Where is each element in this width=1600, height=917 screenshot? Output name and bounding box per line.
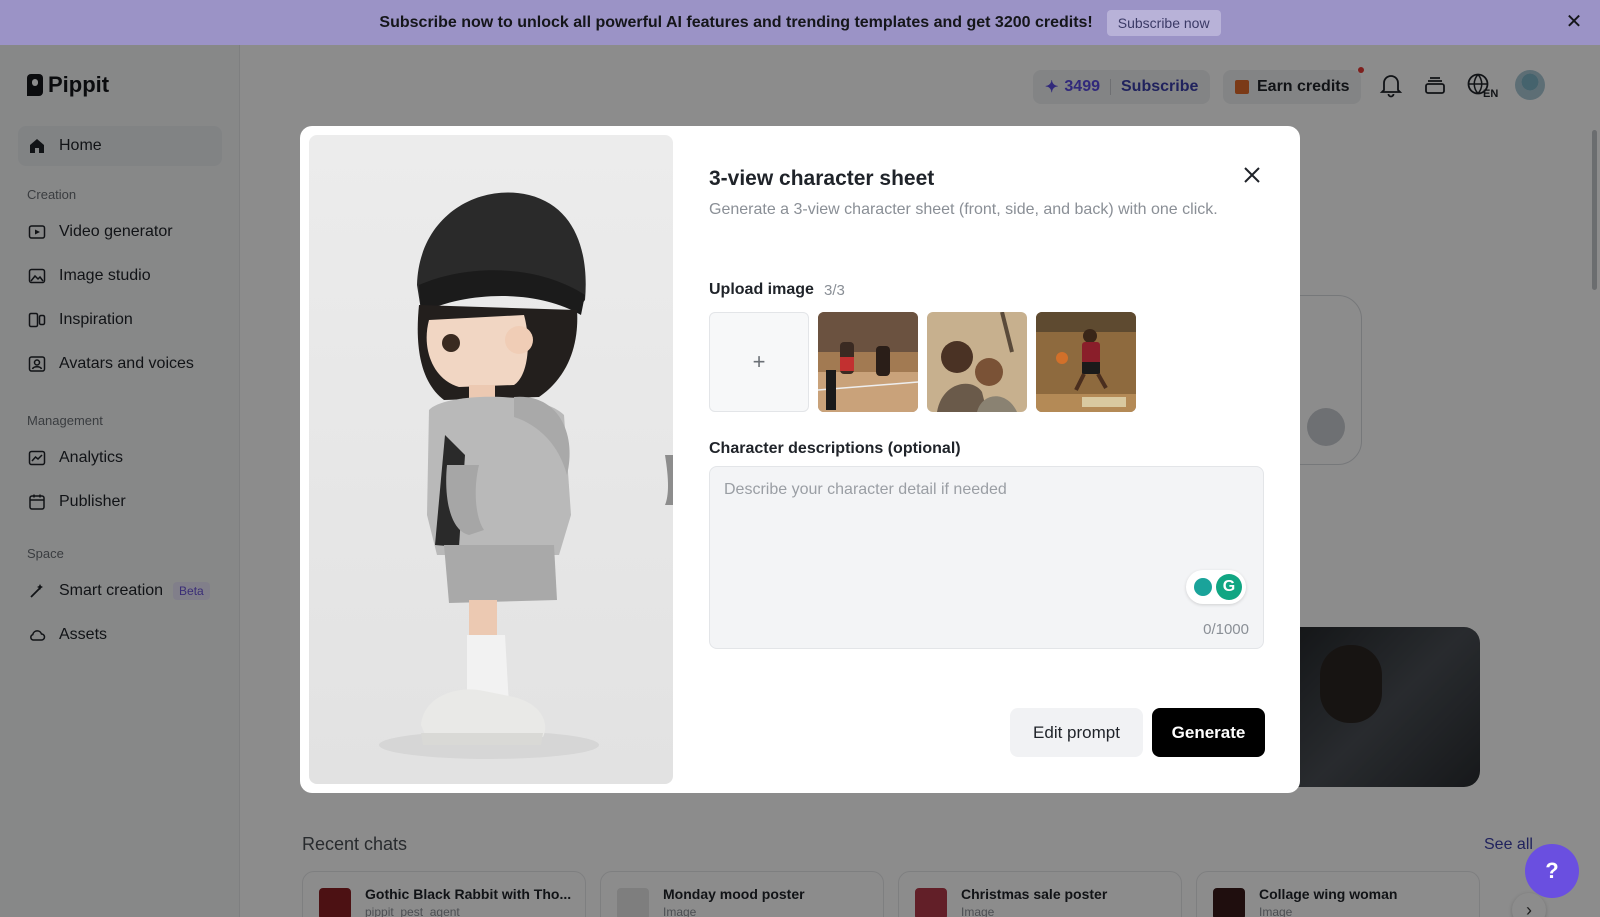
father-child-photo — [927, 312, 1027, 412]
grammarly-icon: G — [1216, 574, 1242, 600]
close-icon[interactable] — [1241, 164, 1263, 186]
upload-count: 3/3 — [824, 282, 845, 299]
modal-title: 3-view character sheet — [709, 167, 935, 190]
basketball-court-photo — [818, 312, 918, 412]
upload-add-button[interactable]: + — [709, 312, 809, 412]
uploaded-image-thumbnail[interactable] — [927, 312, 1027, 412]
lightbulb-icon — [1194, 578, 1212, 596]
grammarly-widget[interactable]: G — [1186, 570, 1246, 604]
basketball-player-photo — [1036, 312, 1136, 412]
close-icon[interactable]: ✕ — [1564, 12, 1584, 32]
character-illustration — [379, 192, 673, 759]
character-descriptions-label: Character descriptions (optional) — [709, 440, 961, 457]
character-count: 0/1000 — [1203, 621, 1249, 638]
edit-prompt-button[interactable]: Edit prompt — [1010, 708, 1143, 757]
help-button[interactable]: ? — [1525, 844, 1579, 898]
promo-banner: Subscribe now to unlock all powerful AI … — [0, 0, 1600, 45]
character-description-input[interactable] — [710, 467, 1263, 607]
modal-description: Generate a 3-view character sheet (front… — [709, 201, 1218, 218]
uploaded-image-thumbnail[interactable] — [818, 312, 918, 412]
help-icon: ? — [1545, 858, 1559, 883]
character-description-field: G 0/1000 — [709, 466, 1264, 649]
generate-button[interactable]: Generate — [1152, 708, 1265, 757]
character-sheet-modal: 3-view character sheet Generate a 3-view… — [300, 126, 1300, 793]
plus-icon: + — [752, 349, 766, 374]
example-preview-image — [309, 135, 673, 784]
banner-text: Subscribe now to unlock all powerful AI … — [379, 13, 1093, 31]
uploaded-image-thumbnail[interactable] — [1036, 312, 1136, 412]
upload-image-label: Upload image — [709, 281, 814, 298]
banner-subscribe-button[interactable]: Subscribe now — [1106, 9, 1221, 36]
